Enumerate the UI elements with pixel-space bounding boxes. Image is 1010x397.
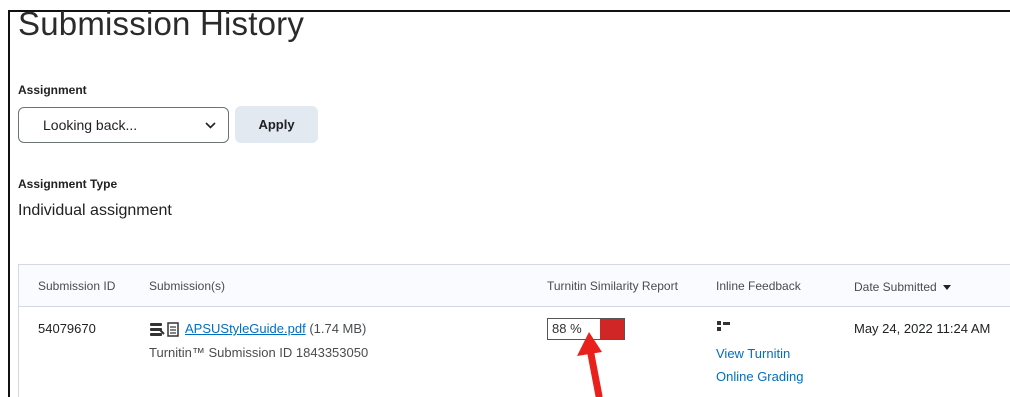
chevron-down-icon <box>205 122 216 129</box>
header-similarity: Turnitin Similarity Report <box>547 279 678 293</box>
header-submission-id: Submission ID <box>38 279 116 293</box>
submission-id-cell: 54079670 <box>38 321 96 336</box>
view-turnitin-link[interactable]: View Turnitin <box>716 346 790 361</box>
red-arrow-icon <box>577 332 603 397</box>
assignment-label: Assignment <box>18 83 87 97</box>
date-submitted-cell: May 24, 2022 11:24 AM <box>854 321 991 336</box>
assignment-select[interactable]: Looking back... <box>18 107 229 143</box>
grading-icon[interactable] <box>717 321 731 332</box>
header-date-label: Date Submitted <box>854 280 937 294</box>
feedback-line-1: View Turnitin <box>716 346 791 361</box>
turnitin-submission-id: Turnitin™ Submission ID 1843353050 <box>149 345 369 360</box>
file-size: (1.74 MB) <box>309 321 367 336</box>
header-submissions: Submission(s) <box>149 279 226 293</box>
header-inline-feedback: Inline Feedback <box>716 279 801 293</box>
document-icon <box>167 322 179 337</box>
submission-table: Submission ID Submission(s) Turnitin Sim… <box>18 264 1010 397</box>
stack-icon <box>150 323 165 336</box>
feedback-line-2: Online Grading <box>716 369 804 384</box>
apply-button[interactable]: Apply <box>235 106 318 143</box>
online-grading-link[interactable]: Online Grading <box>716 369 803 384</box>
assignment-select-value: Looking back... <box>43 117 138 133</box>
header-date-submitted[interactable]: Date Submitted <box>854 280 952 294</box>
assignment-type-value: Individual assignment <box>18 202 172 219</box>
page-title: Submission History <box>18 5 305 42</box>
assignment-type-label: Assignment Type <box>18 177 118 191</box>
caret-down-icon <box>943 285 952 290</box>
submission-file-link[interactable]: APSUStyleGuide.pdf <box>185 321 306 336</box>
table-header-row: Submission ID Submission(s) Turnitin Sim… <box>19 265 1010 307</box>
